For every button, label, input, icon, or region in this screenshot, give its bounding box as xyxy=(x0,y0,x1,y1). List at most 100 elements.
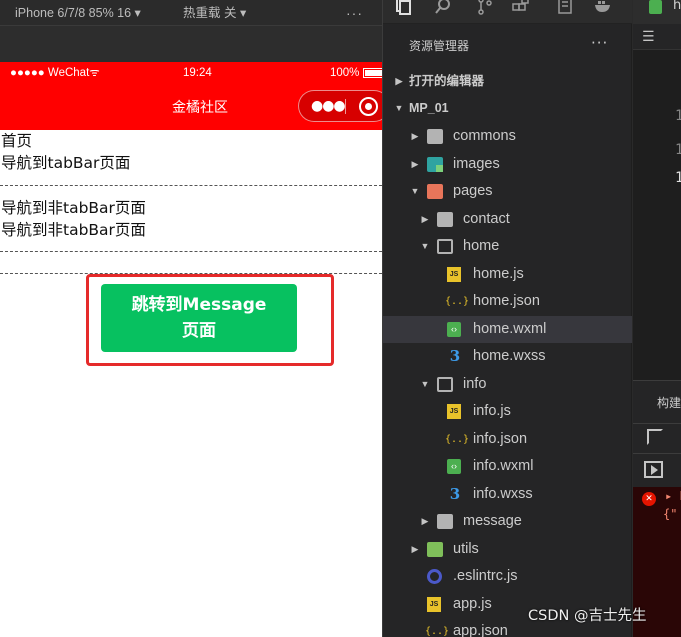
explorer-title: 资源管理器 xyxy=(409,39,470,53)
battery-percent: 100% xyxy=(330,67,360,79)
tree-folder-info[interactable]: ▼ info xyxy=(383,371,632,398)
tree-label: home.js xyxy=(473,266,524,282)
chevron-right-icon: ▶ xyxy=(411,159,419,169)
tree-file-info-wxss[interactable]: 3 info.wxss xyxy=(383,481,632,508)
tab-build[interactable]: 构建 xyxy=(657,394,681,411)
search-icon[interactable] xyxy=(433,0,453,16)
battery-icon xyxy=(363,68,382,78)
tree-file-info-wxml[interactable]: ‹› info.wxml xyxy=(383,453,632,480)
list-icon[interactable]: ☰ xyxy=(642,29,655,45)
tree-folder-commons[interactable]: ▶ commons xyxy=(383,123,632,150)
capsule-menu[interactable]: ●●● xyxy=(298,90,382,122)
hot-reload-select[interactable]: 热重载 关 ▾ xyxy=(183,0,246,26)
tree-label: info.wxml xyxy=(473,458,534,474)
navigator-non-tabbar-link[interactable]: 导航到非tabBar页面 xyxy=(1,219,146,241)
eslint-file-icon xyxy=(427,569,442,584)
simulator-more-button[interactable]: ··· xyxy=(346,0,363,26)
wifi-icon: ᯤ xyxy=(89,67,100,79)
tree-file-home-json[interactable]: {..} home.json xyxy=(383,288,632,315)
button-label-line2: 页面 xyxy=(182,321,216,341)
chevron-right-icon: ▶ xyxy=(411,131,419,141)
open-editors-section[interactable]: ▶ 打开的编辑器 xyxy=(383,68,632,95)
source-control-icon[interactable] xyxy=(475,0,495,16)
tree-label: home.json xyxy=(473,293,540,309)
wxss-file-icon: 3 xyxy=(449,485,461,503)
docker-icon[interactable] xyxy=(593,0,613,16)
tree-folder-images[interactable]: ▶ images xyxy=(383,151,632,178)
tree-label: app.json xyxy=(453,623,508,637)
chevron-right-icon: ▶ xyxy=(395,76,403,86)
tree-folder-utils[interactable]: ▶ utils xyxy=(383,536,632,563)
folder-open-icon xyxy=(437,239,453,254)
more-dots-icon[interactable]: ●●● xyxy=(311,99,346,113)
capsule-divider xyxy=(345,99,346,114)
files-icon[interactable] xyxy=(393,0,413,16)
status-time: 19:24 xyxy=(183,67,212,79)
home-title: 首页 xyxy=(1,132,33,150)
remote-icon[interactable] xyxy=(555,0,575,16)
folder-icon xyxy=(437,514,453,529)
explorer-panel: 资源管理器 ··· ▶ 打开的编辑器 ▼ MP_01 ▶ commons ▶ i… xyxy=(382,0,632,637)
tree-folder-pages[interactable]: ▼ pages xyxy=(383,178,632,205)
tree-file-eslintrc[interactable]: .eslintrc.js xyxy=(383,563,632,590)
tree-file-info-js[interactable]: JS info.js xyxy=(383,398,632,425)
json-file-icon: {..} xyxy=(445,434,470,445)
editor-area: h ☰ 1 1 1 构建 ✕ ▸ E {" xyxy=(632,0,681,637)
close-target-icon[interactable] xyxy=(359,97,378,116)
extensions-icon[interactable] xyxy=(511,0,531,16)
wxml-file-icon: ‹› xyxy=(447,322,461,337)
tree-folder-message[interactable]: ▶ message xyxy=(383,508,632,535)
tree-file-home-js[interactable]: JS home.js xyxy=(383,261,632,288)
console-toggle-icon[interactable] xyxy=(644,461,663,478)
phone-status-bar: ●●●●● WeChatᯤ 19:24 100% xyxy=(0,62,382,84)
tree-folder-contact[interactable]: ▶ contact xyxy=(383,206,632,233)
chevron-down-icon: ▼ xyxy=(394,103,404,113)
js-file-icon: JS xyxy=(447,267,461,282)
tree-file-info-json[interactable]: {..} info.json xyxy=(383,426,632,453)
miniprogram-nav-bar: 金橘社区 ●●● xyxy=(0,84,382,130)
console-error-text[interactable]: ▸ E xyxy=(665,489,681,503)
carrier-text: ●●●●● WeChat xyxy=(10,67,90,79)
tree-label: home.wxss xyxy=(473,348,546,364)
console-error-text: {" xyxy=(663,507,678,521)
navigator-non-tabbar-link[interactable]: 导航到非tabBar页面 xyxy=(1,197,146,219)
section-label: MP_01 xyxy=(409,101,449,115)
tree-file-home-wxss[interactable]: 3 home.wxss xyxy=(383,343,632,370)
line-number: 1 xyxy=(675,170,681,186)
simulator-toolbar-area: iPhone 6/7/8 85% 16 ▾ 热重载 关 ▾ ··· xyxy=(0,0,382,62)
js-file-icon: JS xyxy=(447,404,461,419)
goto-message-button[interactable]: 跳转到Message 页面 xyxy=(101,284,297,352)
chevron-right-icon: ▶ xyxy=(421,214,429,224)
simulator-toolbar: iPhone 6/7/8 85% 16 ▾ 热重载 关 ▾ ··· xyxy=(0,0,382,26)
editor-tab-bar: h xyxy=(633,0,681,24)
editor-tab-label[interactable]: h xyxy=(673,0,681,13)
project-section[interactable]: ▼ MP_01 xyxy=(383,95,632,122)
breadcrumb: ☰ xyxy=(633,24,681,50)
panel-toolbar xyxy=(633,453,681,487)
button-label-line1: 跳转到Message xyxy=(131,295,267,315)
json-file-icon: {..} xyxy=(445,296,470,307)
explorer-more-button[interactable]: ··· xyxy=(591,34,608,52)
tree-label: commons xyxy=(453,128,516,144)
inspect-cursor-icon[interactable] xyxy=(647,429,663,445)
divider xyxy=(0,251,382,252)
section-label: 打开的编辑器 xyxy=(409,74,485,88)
tree-label: info.wxss xyxy=(473,486,533,502)
tree-file-home-wxml[interactable]: ‹› home.wxml xyxy=(383,316,632,343)
folder-open-icon xyxy=(437,377,453,392)
debug-panel: 构建 ✕ ▸ E {" xyxy=(633,380,681,637)
carrier-label: ●●●●● WeChatᯤ xyxy=(10,62,100,84)
tree-label: contact xyxy=(463,211,510,227)
error-icon: ✕ xyxy=(642,492,656,506)
tree-label: home.wxml xyxy=(473,321,547,337)
tree-label: utils xyxy=(453,541,479,557)
tree-label: .eslintrc.js xyxy=(453,568,518,584)
tree-label: app.js xyxy=(453,596,492,612)
wxss-file-icon: 3 xyxy=(449,347,461,365)
navigator-tabbar-link[interactable]: 导航到tabBar页面 xyxy=(1,152,130,174)
tree-folder-home[interactable]: ▼ home xyxy=(383,233,632,260)
wxml-file-icon xyxy=(649,0,662,14)
explorer-header: 资源管理器 ··· xyxy=(383,24,632,68)
tree-label: message xyxy=(463,513,522,529)
device-select[interactable]: iPhone 6/7/8 85% 16 ▾ xyxy=(15,0,141,26)
